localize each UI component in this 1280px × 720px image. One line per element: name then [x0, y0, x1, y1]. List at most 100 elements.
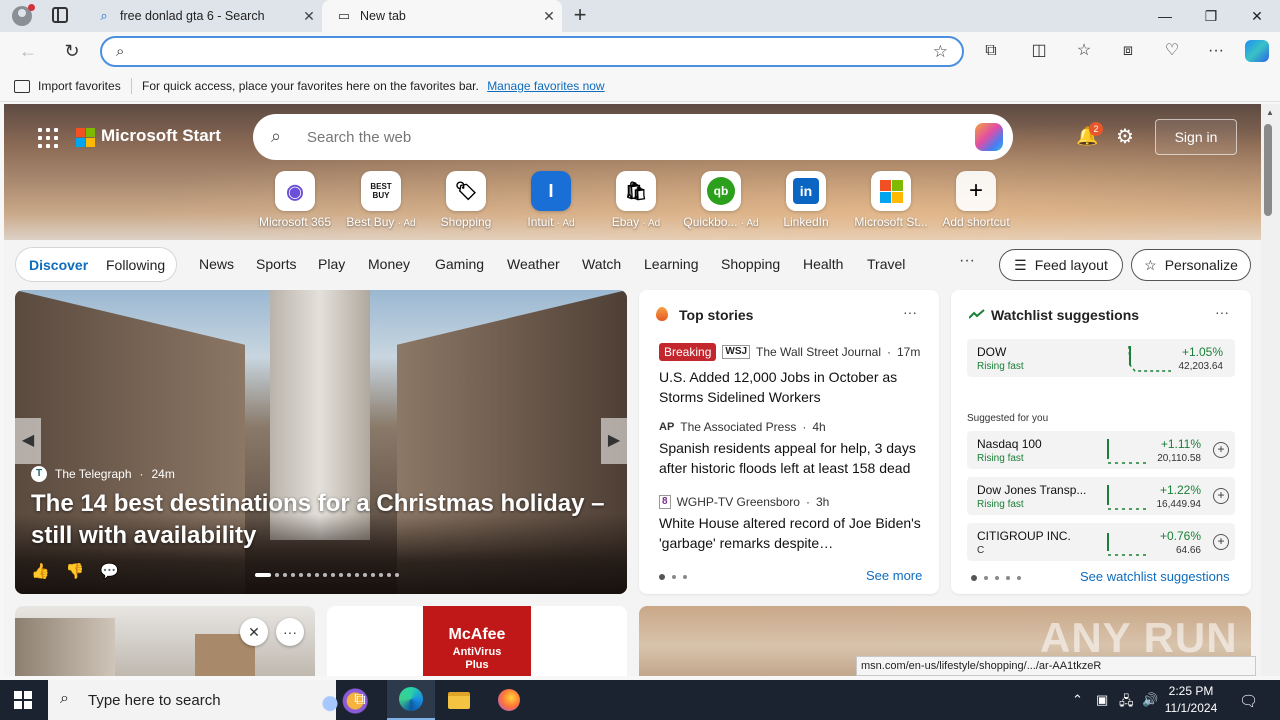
pager-dot[interactable]: [672, 575, 676, 579]
feed-layout-button[interactable]: ☰ Feed layout: [999, 249, 1123, 281]
story-headline[interactable]: Spanish residents appeal for help, 3 day…: [659, 438, 929, 478]
file-explorer-icon[interactable]: [435, 680, 483, 720]
brand-title[interactable]: Microsoft Start: [101, 126, 221, 146]
article-card[interactable]: ✕ ···: [15, 606, 315, 676]
shortcut-add[interactable]: + Add shortcut: [933, 171, 1019, 229]
app-launcher-icon[interactable]: [38, 128, 58, 148]
start-windows-icon[interactable]: [14, 691, 32, 709]
settings-gear-icon[interactable]: ⚙: [1116, 124, 1134, 149]
shortcut-quickbooks[interactable]: qb Quickbo... · Ad: [678, 171, 764, 229]
import-favorites-button[interactable]: Import favorites: [14, 79, 121, 93]
watchlist-title[interactable]: Watchlist suggestions: [991, 307, 1139, 323]
close-tab-icon[interactable]: ✕: [536, 8, 562, 25]
system-clock[interactable]: 2:25 PM 11/1/2024: [1158, 683, 1224, 717]
nav-sports[interactable]: Sports: [256, 256, 296, 272]
copilot-icon[interactable]: [975, 123, 1003, 151]
tab-search[interactable]: ⌕ free donlad gta 6 - Search ✕: [82, 0, 322, 32]
minimize-button[interactable]: —: [1142, 0, 1188, 32]
nav-gaming[interactable]: Gaming: [435, 256, 484, 272]
show-hidden-icons-chevron-icon[interactable]: ⌃: [1072, 692, 1083, 708]
add-to-watchlist-button[interactable]: +: [1213, 534, 1229, 550]
stock-row-dow-transports[interactable]: Dow Jones Transp... Rising fast +1.22% 1…: [967, 477, 1235, 515]
like-icon[interactable]: 👍: [31, 562, 50, 580]
pager-dot[interactable]: [387, 573, 391, 577]
see-more-link[interactable]: See more: [866, 568, 922, 583]
nav-watch[interactable]: Watch: [582, 256, 621, 272]
pager-dot[interactable]: [291, 573, 295, 577]
network-icon[interactable]: 🖧: [1119, 692, 1134, 714]
more-options-icon[interactable]: ···: [276, 618, 304, 646]
network-device-icon[interactable]: ▣: [1096, 692, 1108, 708]
personalize-button[interactable]: ☆ Personalize: [1131, 249, 1251, 281]
task-view-icon[interactable]: ⧉: [336, 680, 384, 720]
pager-dot[interactable]: [984, 576, 988, 580]
story-headline[interactable]: White House altered record of Joe Biden'…: [659, 513, 929, 553]
scroll-thumb[interactable]: [1264, 124, 1272, 216]
hero-article-card[interactable]: ◀ ▶ T The Telegraph · 24m The 14 best de…: [15, 290, 627, 594]
pager-dot[interactable]: [275, 573, 279, 577]
extensions-icon[interactable]: ⧉: [978, 39, 1004, 63]
restore-button[interactable]: ❐: [1188, 0, 1234, 32]
pager-dot[interactable]: [347, 573, 351, 577]
nav-travel[interactable]: Travel: [867, 256, 905, 272]
stock-row-nasdaq[interactable]: Nasdaq 100 Rising fast +1.11% 20,110.58 …: [967, 431, 1235, 469]
pager-dot[interactable]: [379, 573, 383, 577]
page-scrollbar[interactable]: ▲: [1261, 104, 1280, 676]
nav-health[interactable]: Health: [803, 256, 843, 272]
pager-dot[interactable]: [255, 573, 271, 577]
pager-dot[interactable]: [339, 573, 343, 577]
story-headline[interactable]: U.S. Added 12,000 Jobs in October as Sto…: [659, 367, 929, 407]
edge-browser-icon[interactable]: [387, 680, 435, 720]
tab-actions-icon[interactable]: [52, 7, 68, 23]
split-screen-icon[interactable]: ◫: [1026, 39, 1052, 63]
pager-dot[interactable]: [995, 576, 999, 580]
dismiss-icon[interactable]: ✕: [240, 618, 268, 646]
pager-dot[interactable]: [371, 573, 375, 577]
shortcut-best-buy[interactable]: BEST BUY Best Buy · Ad: [338, 171, 424, 229]
pager-dot[interactable]: [323, 573, 327, 577]
shortcut-microsoft-365[interactable]: ◉ Microsoft 365: [252, 171, 338, 229]
dislike-icon[interactable]: 👎: [66, 562, 85, 580]
volume-icon[interactable]: 🔊: [1142, 692, 1158, 708]
manage-favorites-link[interactable]: Manage favorites now: [487, 79, 604, 93]
pager-dot[interactable]: [307, 573, 311, 577]
pager-dot[interactable]: [331, 573, 335, 577]
notification-center-icon[interactable]: 🗨: [1239, 692, 1258, 710]
scroll-up-arrow-icon[interactable]: ▲: [1266, 108, 1274, 117]
hero-headline[interactable]: The 14 best destinations for a Christmas…: [31, 488, 611, 552]
tab-discover[interactable]: Discover: [29, 257, 88, 273]
pager-dot[interactable]: [395, 573, 399, 577]
more-nav-icon[interactable]: ···: [959, 252, 975, 270]
address-bar[interactable]: ⌕ ☆: [100, 36, 964, 67]
tab-new-tab[interactable]: ▭ New tab ✕: [322, 0, 562, 32]
more-options-icon[interactable]: ···: [1215, 304, 1229, 320]
firefox-icon[interactable]: [485, 680, 533, 720]
copilot-icon[interactable]: [1245, 40, 1269, 62]
web-search-input[interactable]: Search the web: [307, 129, 411, 146]
shortcut-ebay[interactable]: 🛍 Ebay · Ad: [593, 171, 679, 229]
new-tab-button[interactable]: +: [568, 4, 592, 28]
web-search-box[interactable]: ⌕ Search the web: [253, 114, 1013, 160]
pager-dot[interactable]: [1006, 576, 1010, 580]
add-to-watchlist-button[interactable]: +: [1213, 488, 1229, 504]
pager-dot[interactable]: [299, 573, 303, 577]
shortcut-intuit[interactable]: I Intuit · Ad: [508, 171, 594, 229]
taskbar-search-box[interactable]: ⌕ Type here to search: [48, 680, 372, 720]
more-options-icon[interactable]: ···: [903, 304, 917, 320]
story-item[interactable]: AP The Associated Press · 4h Spanish res…: [659, 420, 929, 478]
tab-following[interactable]: Following: [106, 257, 165, 273]
carousel-prev-button[interactable]: ◀: [15, 418, 41, 464]
close-tab-icon[interactable]: ✕: [296, 8, 322, 25]
favorites-icon[interactable]: ☆: [1071, 39, 1097, 63]
shortcut-shopping[interactable]: 🏷 Shopping: [423, 171, 509, 229]
pager-dot[interactable]: [363, 573, 367, 577]
carousel-next-button[interactable]: ▶: [601, 418, 627, 464]
story-item[interactable]: 8 WGHP-TV Greensboro · 3h White House al…: [659, 495, 929, 553]
browser-essentials-icon[interactable]: ♡: [1159, 39, 1185, 63]
nav-shopping[interactable]: Shopping: [721, 256, 780, 272]
pager-dot[interactable]: [355, 573, 359, 577]
shortcut-linkedin[interactable]: in LinkedIn: [763, 171, 849, 229]
nav-news[interactable]: News: [199, 256, 234, 272]
ad-card[interactable]: McAfee AntiVirus Plus: [327, 606, 627, 676]
nav-play[interactable]: Play: [318, 256, 345, 272]
